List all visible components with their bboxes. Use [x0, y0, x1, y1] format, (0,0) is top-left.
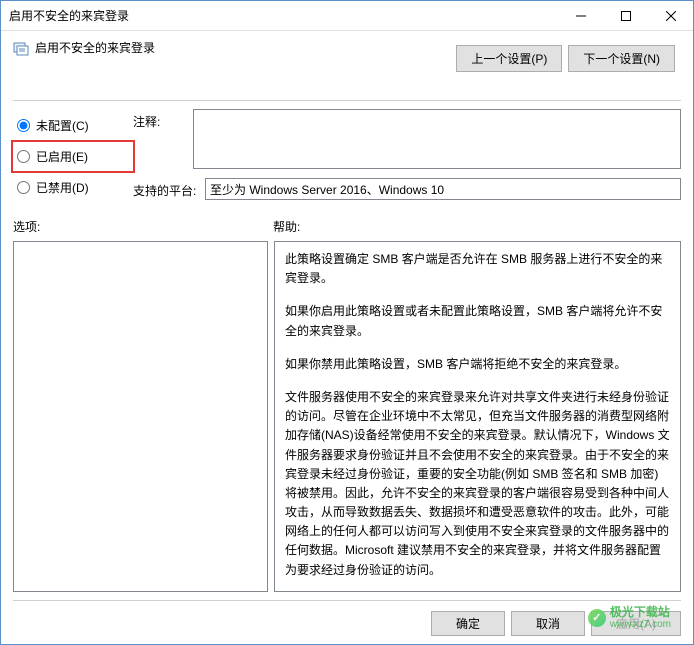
comment-textarea[interactable]: [193, 109, 681, 169]
help-paragraph: 文件服务器使用不安全的来宾登录来允许对共享文件夹进行未经身份验证的访问。尽管在企…: [285, 388, 670, 580]
cancel-button[interactable]: 取消: [511, 611, 585, 636]
radio-not-configured-input[interactable]: [17, 119, 30, 132]
highlight-box: 已启用(E): [11, 140, 135, 173]
radio-not-configured-label: 未配置(C): [36, 117, 89, 134]
radio-disabled-label: 已禁用(D): [36, 179, 89, 196]
close-button[interactable]: [648, 1, 693, 30]
bottom-row: 此策略设置确定 SMB 客户端是否允许在 SMB 服务器上进行不安全的来宾登录。…: [13, 241, 681, 592]
platform-field: 至少为 Windows Server 2016、Windows 10: [205, 178, 681, 200]
prev-setting-button[interactable]: 上一个设置(P): [456, 45, 562, 72]
nav-buttons: 上一个设置(P) 下一个设置(N): [456, 45, 675, 72]
titlebar[interactable]: 启用不安全的来宾登录: [1, 1, 693, 31]
help-label: 帮助:: [273, 218, 300, 235]
next-setting-button[interactable]: 下一个设置(N): [568, 45, 675, 72]
dialog-content: 启用不安全的来宾登录 上一个设置(P) 下一个设置(N) 未配置(C) 已启用(…: [1, 31, 693, 644]
section-labels: 选项: 帮助:: [13, 218, 681, 235]
options-box: [13, 241, 268, 592]
help-paragraph: 如果你启用此策略设置或者未配置此策略设置，SMB 客户端将允许不安全的来宾登录。: [285, 302, 670, 340]
window-title: 启用不安全的来宾登录: [9, 7, 558, 24]
dialog-window: 启用不安全的来宾登录 启用不安全的来宾登录: [0, 0, 694, 645]
config-row: 未配置(C) 已启用(E) 已禁用(D) 注: [13, 109, 681, 202]
policy-title: 启用不安全的来宾登录: [35, 39, 155, 56]
window-controls: [558, 1, 693, 30]
radio-enabled-input[interactable]: [17, 150, 30, 163]
maximize-button[interactable]: [603, 1, 648, 30]
radio-disabled[interactable]: 已禁用(D): [13, 173, 133, 202]
options-label: 选项:: [13, 218, 273, 235]
radio-not-configured[interactable]: 未配置(C): [13, 111, 133, 140]
minimize-button[interactable]: [558, 1, 603, 30]
divider: [13, 100, 681, 101]
footer: 确定 取消 应用(A) ✓ 极光下载站 www.xz7.com: [13, 600, 681, 636]
platform-label: 支持的平台:: [133, 178, 205, 200]
help-paragraph: 如果你禁用此策略设置，SMB 客户端将拒绝不安全的来宾登录。: [285, 355, 670, 374]
ok-button[interactable]: 确定: [431, 611, 505, 636]
policy-icon: [13, 40, 29, 56]
comment-label: 注释:: [133, 109, 193, 172]
radio-column: 未配置(C) 已启用(E) 已禁用(D): [13, 109, 133, 202]
radio-enabled[interactable]: 已启用(E): [17, 146, 129, 167]
state-radio-group: 未配置(C) 已启用(E) 已禁用(D): [13, 111, 133, 202]
help-box[interactable]: 此策略设置确定 SMB 客户端是否允许在 SMB 服务器上进行不安全的来宾登录。…: [274, 241, 681, 592]
apply-button[interactable]: 应用(A): [591, 611, 681, 636]
radio-disabled-input[interactable]: [17, 181, 30, 194]
radio-enabled-label: 已启用(E): [36, 148, 88, 165]
help-paragraph: 此策略设置确定 SMB 客户端是否允许在 SMB 服务器上进行不安全的来宾登录。: [285, 250, 670, 288]
